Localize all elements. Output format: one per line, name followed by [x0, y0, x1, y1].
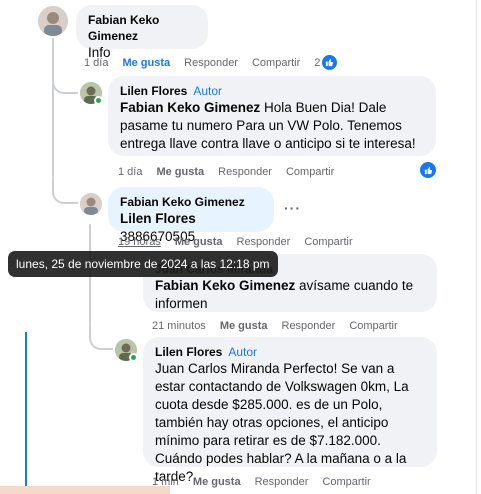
comment-text: Juan Carlos Miranda Perfecto! Se van a e…: [155, 361, 409, 484]
share-button[interactable]: Compartir: [286, 165, 334, 179]
comment-actions: 1 min Me gusta Responder Compartir: [152, 475, 385, 489]
like-button[interactable]: Me gusta: [122, 56, 170, 70]
comment-actions: 19 horas Me gusta Responder Compartir: [118, 235, 367, 249]
online-status-indicator: [129, 353, 138, 362]
right-divider: [476, 0, 477, 494]
mention-link[interactable]: Fabian Keko Gimenez: [120, 100, 260, 115]
reaction-count[interactable]: 2: [314, 55, 351, 70]
comment-author[interactable]: Fabian Keko Gimenez: [88, 12, 196, 44]
thread-connector-reply-2: [52, 178, 78, 204]
share-button[interactable]: Compartir: [349, 319, 397, 333]
thread-line-root: [52, 38, 54, 178]
comment-time[interactable]: 1 día: [84, 56, 108, 70]
author-badge: Autor: [228, 345, 258, 359]
avatar[interactable]: [80, 193, 102, 215]
mention-link[interactable]: Lilen Flores: [120, 211, 196, 226]
comment-actions: 21 minutos Me gusta Responder Compartir: [152, 319, 412, 333]
reply-button[interactable]: Responder: [218, 165, 272, 179]
comment-author[interactable]: Lilen Flores: [155, 345, 222, 359]
comment-time[interactable]: 21 minutos: [152, 319, 206, 333]
reply-button[interactable]: Responder: [255, 475, 309, 489]
like-button[interactable]: Me gusta: [193, 475, 241, 489]
comment-author[interactable]: Fabian Keko Gimenez: [120, 194, 262, 210]
thread-connector-reply-1: [52, 70, 78, 94]
comment-actions: 1 día Me gusta Responder Compartir 2: [84, 55, 351, 70]
reaction-count-value: 2: [314, 56, 321, 69]
reply-button[interactable]: Responder: [282, 319, 336, 333]
avatar[interactable]: [38, 6, 68, 36]
timestamp-tooltip: lunes, 25 de noviembre de 2024 a las 12:…: [8, 251, 278, 277]
comment-bubble: Lilen Flores Autor Juan Carlos Miranda Pe…: [143, 337, 437, 484]
bottom-edge-strip: [0, 486, 170, 494]
thumbs-up-icon[interactable]: [420, 162, 436, 178]
thumbs-up-icon: [322, 55, 338, 70]
profile-photo-icon: [38, 6, 68, 36]
comment-time[interactable]: 1 día: [118, 165, 142, 179]
online-status-indicator: [94, 96, 103, 105]
comment-bubble: Fabian Keko Gimenez Info: [76, 5, 208, 60]
author-badge: Autor: [193, 84, 223, 98]
mention-link[interactable]: Fabian Keko Gimenez: [155, 278, 295, 293]
more-horizontal-icon[interactable]: ···: [284, 200, 301, 216]
comment-bubble: Fabian Keko Gimenez Lilen Flores 3886670…: [108, 187, 274, 244]
like-button[interactable]: Me gusta: [220, 319, 268, 333]
like-button[interactable]: Me gusta: [156, 165, 204, 179]
comment-actions: 1 día Me gusta Responder Compartir: [118, 165, 348, 179]
comment-time[interactable]: 19 horas: [118, 235, 161, 249]
share-button[interactable]: Compartir: [304, 235, 352, 249]
focus-indicator: [25, 332, 27, 492]
comment-bubble: Lilen Flores Autor Fabian Keko Gimenez Ho…: [108, 76, 436, 156]
share-button[interactable]: Compartir: [322, 475, 370, 489]
reply-button[interactable]: Responder: [184, 56, 238, 70]
comment-author[interactable]: Lilen Flores: [120, 84, 187, 98]
profile-photo-icon: [80, 193, 102, 215]
like-button[interactable]: Me gusta: [175, 235, 223, 249]
thread-connector-reply-4: [89, 324, 113, 350]
share-button[interactable]: Compartir: [252, 56, 300, 70]
reply-button[interactable]: Responder: [237, 235, 291, 249]
